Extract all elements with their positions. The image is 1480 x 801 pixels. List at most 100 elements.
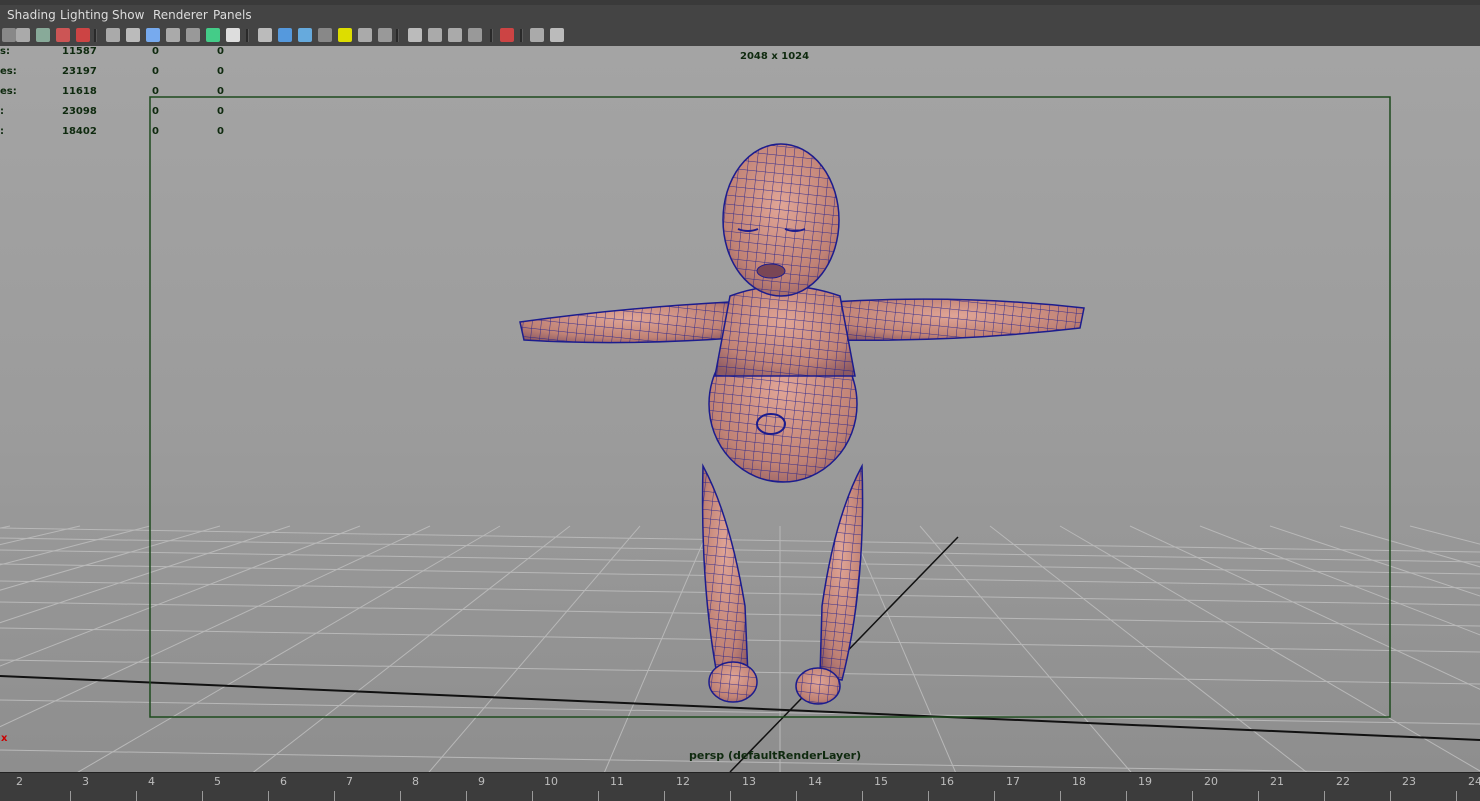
grid-line xyxy=(0,699,1480,725)
xray-components-icon[interactable] xyxy=(550,28,564,42)
shadows-icon[interactable] xyxy=(358,28,372,42)
toolbar-separator xyxy=(490,29,493,42)
resolution-gate-icon[interactable] xyxy=(146,28,160,42)
timeline-frame-label: 3 xyxy=(82,775,89,788)
hud-label: es: xyxy=(0,66,17,77)
toolbar-separator xyxy=(246,29,249,42)
toolbar-separator xyxy=(94,29,97,42)
grid-line xyxy=(1409,525,1480,545)
xray-icon[interactable] xyxy=(500,28,514,42)
timeline-frame-label: 9 xyxy=(478,775,485,788)
hud-value: 0 xyxy=(152,86,159,97)
view-axis-x-label: x xyxy=(1,733,8,744)
hud-value: 11587 xyxy=(62,46,97,57)
smooth-shade-icon[interactable] xyxy=(278,28,292,42)
isolate-select-icon[interactable] xyxy=(468,28,482,42)
left-foot-wire xyxy=(709,662,757,702)
safe-title-icon[interactable] xyxy=(226,28,240,42)
menu-lighting[interactable]: Lighting xyxy=(60,8,109,22)
chest-wire xyxy=(715,286,855,376)
timeline-frame-label: 7 xyxy=(346,775,353,788)
safe-action-icon[interactable] xyxy=(206,28,220,42)
grid-line xyxy=(0,525,81,546)
timeline-frame-label: 17 xyxy=(1006,775,1020,788)
left-leg-wire xyxy=(702,466,748,680)
time-slider[interactable]: 2 3 4 5 6 7 8 9 10 11 12 13 14 15 16 17 18 19 20 21 22 23 24 xyxy=(0,772,1480,801)
resolution-gate-label: 2048 x 1024 xyxy=(740,51,810,62)
film-gate-icon[interactable] xyxy=(126,28,140,42)
2d-pan-zoom-icon[interactable] xyxy=(56,28,70,42)
grid-icon[interactable] xyxy=(106,28,120,42)
grid-line xyxy=(1199,525,1480,636)
hud-value: 0 xyxy=(217,66,224,77)
motion-blur-icon[interactable] xyxy=(408,28,422,42)
wireframe-icon[interactable] xyxy=(258,28,272,42)
hud-value: 23197 xyxy=(62,66,97,77)
hud-value: 0 xyxy=(152,126,159,137)
timeline-frame-label: 21 xyxy=(1270,775,1284,788)
timeline-frame-label: 8 xyxy=(412,775,419,788)
timeline-frame-label: 18 xyxy=(1072,775,1086,788)
right-foot-wire xyxy=(796,668,840,704)
hud-value: 0 xyxy=(217,126,224,137)
gate-mask-icon[interactable] xyxy=(166,28,180,42)
image-plane-icon[interactable] xyxy=(36,28,50,42)
panel-toolbar xyxy=(0,26,1480,46)
right-arm-wire xyxy=(830,299,1084,341)
timeline-frame-label: 19 xyxy=(1138,775,1152,788)
hud-label: s: xyxy=(0,46,10,57)
hud-label: es: xyxy=(0,86,17,97)
hud-value: 0 xyxy=(152,66,159,77)
timeline-frame-label: 11 xyxy=(610,775,624,788)
timeline-frame-label: 5 xyxy=(214,775,221,788)
wireframe-on-shaded-icon[interactable] xyxy=(298,28,312,42)
hud-label: : xyxy=(0,106,4,117)
hud-value: 0 xyxy=(152,46,159,57)
right-leg-wire xyxy=(820,466,863,680)
menu-shading[interactable]: Shading xyxy=(7,8,56,22)
grid-line xyxy=(0,549,1480,575)
timeline-frame-label: 10 xyxy=(544,775,558,788)
camera-attrs-icon[interactable] xyxy=(2,28,16,42)
hud-value: 23098 xyxy=(62,106,97,117)
timeline-frame-label: 2 xyxy=(16,775,23,788)
viewport-persp[interactable]: s: 11587 0 0 es: 23197 0 0 es: 11618 0 0: 23098 0 0: 18… xyxy=(0,46,1480,772)
screen-space-ao-icon[interactable] xyxy=(378,28,392,42)
hud-value: 0 xyxy=(152,106,159,117)
toolbar-separator xyxy=(520,29,523,42)
field-chart-icon[interactable] xyxy=(186,28,200,42)
bookmark-icon[interactable] xyxy=(16,28,30,42)
timeline-frame-label: 15 xyxy=(874,775,888,788)
timeline-frame-label: 13 xyxy=(742,775,756,788)
mouth xyxy=(756,263,786,279)
grid-line xyxy=(0,525,221,591)
grid-line xyxy=(0,525,151,566)
xray-joints-icon[interactable] xyxy=(530,28,544,42)
menu-show[interactable]: Show xyxy=(112,8,144,22)
hud-value: 0 xyxy=(217,46,224,57)
textured-icon[interactable] xyxy=(318,28,332,42)
timeline-frame-label: 16 xyxy=(940,775,954,788)
grease-pencil-icon[interactable] xyxy=(76,28,90,42)
scene-canvas[interactable] xyxy=(0,46,1480,772)
camera-name-label: persp (defaultRenderLayer) xyxy=(689,749,862,762)
panel-menu-bar: Shading Lighting Show Renderer Panels xyxy=(0,0,1480,26)
timeline-frame-label: 12 xyxy=(676,775,690,788)
grid-line xyxy=(0,537,1480,563)
toolbar-separator xyxy=(396,29,399,42)
menu-panels[interactable]: Panels xyxy=(213,8,252,22)
depth-of-field-icon[interactable] xyxy=(448,28,462,42)
timeline-frame-label: 23 xyxy=(1402,775,1416,788)
left-arm-wire xyxy=(520,302,735,343)
timeline-frame-label: 4 xyxy=(148,775,155,788)
hud-value: 0 xyxy=(217,86,224,97)
timeline-frame-label: 22 xyxy=(1336,775,1350,788)
timeline-frame-label: 24 xyxy=(1468,775,1480,788)
multisample-aa-icon[interactable] xyxy=(428,28,442,42)
timeline-frame-label: 20 xyxy=(1204,775,1218,788)
menu-renderer[interactable]: Renderer xyxy=(153,8,208,22)
hud-label: : xyxy=(0,126,4,137)
hud-value: 11618 xyxy=(62,86,97,97)
baby-character-mesh[interactable] xyxy=(519,143,1085,705)
use-all-lights-icon[interactable] xyxy=(338,28,352,42)
